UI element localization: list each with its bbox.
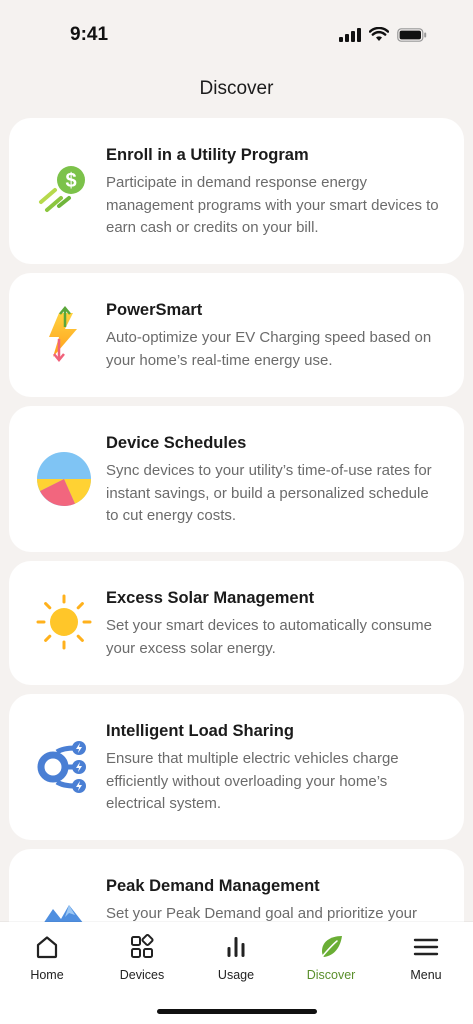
tab-menu[interactable]: Menu — [386, 934, 466, 982]
wifi-icon — [369, 27, 389, 41]
devices-grid-icon — [131, 934, 154, 958]
status-time: 9:41 — [70, 24, 109, 45]
load-sharing-icon — [37, 741, 86, 793]
status-bar: 9:41 — [0, 0, 473, 62]
card-description: Sync devices to your utility’s time-of-u… — [106, 462, 432, 524]
lightning-bolt-icon — [49, 306, 77, 362]
card-description: Participate in demand response energy ma… — [106, 174, 439, 236]
card-powersmart[interactable]: PowerSmart Auto-optimize your EV Chargin… — [9, 273, 464, 397]
sun-icon — [36, 594, 92, 650]
tab-devices[interactable]: Devices — [102, 934, 182, 982]
svg-text:$: $ — [65, 170, 76, 192]
house-icon — [36, 936, 58, 959]
leaf-icon — [320, 936, 342, 959]
card-title: Enroll in a Utility Program — [106, 146, 309, 164]
tab-label: Home — [30, 968, 64, 982]
cellular-signal-icon — [339, 27, 361, 42]
tab-label: Discover — [306, 968, 356, 982]
card-excess-solar-management[interactable]: Excess Solar Management Set your smart d… — [9, 561, 464, 685]
tab-usage[interactable]: Usage — [196, 934, 276, 982]
pie-chart-icon — [37, 452, 92, 506]
card-title: Peak Demand Management — [106, 877, 320, 895]
card-title: Device Schedules — [106, 434, 247, 452]
dollar-coin-icon: $ — [39, 166, 85, 212]
card-description: Auto-optimize your EV Charging speed bas… — [106, 329, 432, 369]
home-indicator — [157, 1009, 317, 1014]
tab-label: Usage — [217, 968, 255, 982]
bar-chart-icon — [227, 937, 245, 957]
hamburger-menu-icon — [413, 938, 439, 956]
card-intelligent-load-sharing[interactable]: Intelligent Load Sharing Ensure that mul… — [9, 694, 464, 840]
tab-label: Devices — [119, 968, 165, 982]
card-enroll-utility-program[interactable]: $ Enroll in a Utility Program Participat… — [9, 118, 464, 264]
card-title: Excess Solar Management — [106, 589, 315, 607]
card-title: Intelligent Load Sharing — [106, 722, 294, 740]
card-device-schedules[interactable]: Device Schedules Sync devices to your ut… — [9, 406, 464, 552]
tab-label: Menu — [410, 968, 442, 982]
page-title: Discover — [199, 78, 274, 99]
battery-icon — [397, 27, 427, 42]
tab-home[interactable]: Home — [7, 934, 87, 982]
card-title: PowerSmart — [106, 301, 203, 319]
status-icons — [339, 27, 427, 42]
card-description: Set your smart devices to automatically … — [106, 617, 432, 657]
card-description: Ensure that multiple electric vehicles c… — [106, 750, 399, 812]
tab-discover[interactable]: Discover — [291, 934, 371, 982]
